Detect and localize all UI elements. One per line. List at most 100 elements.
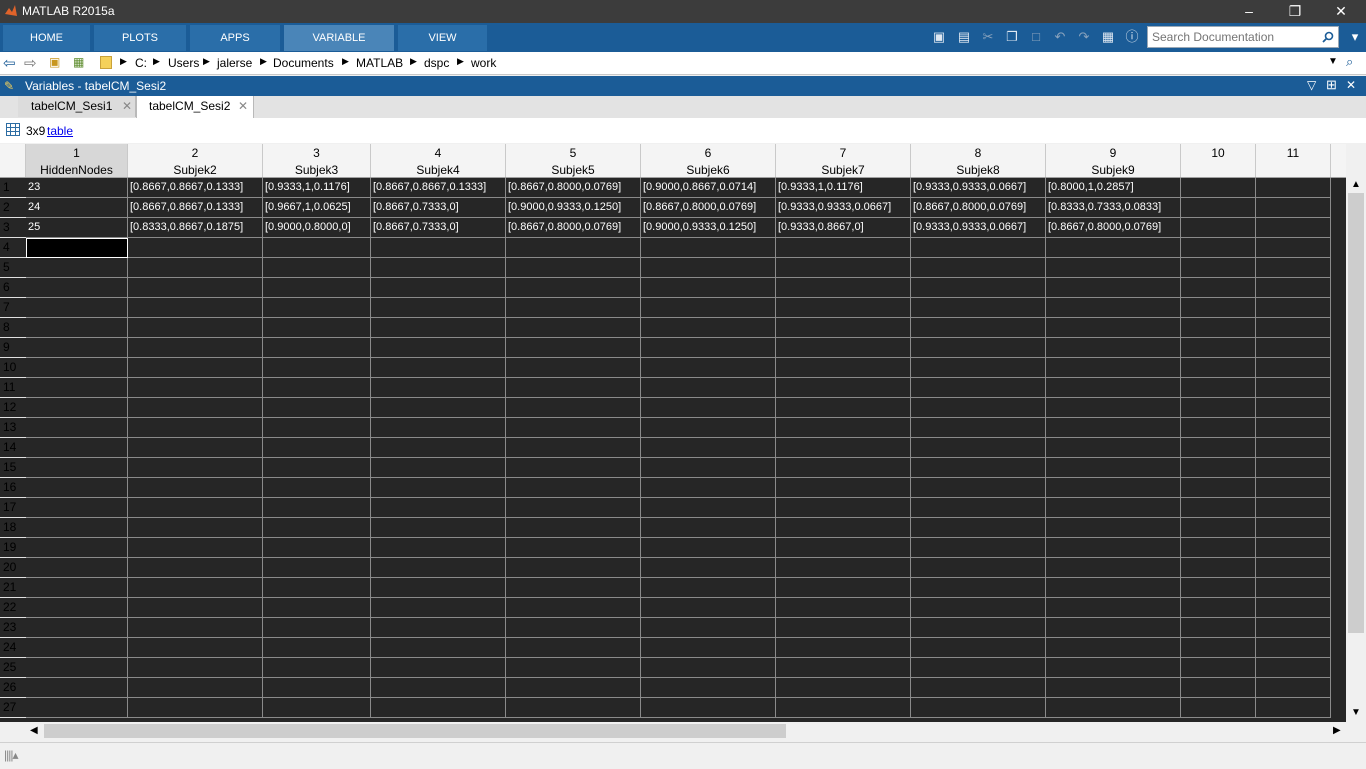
table-cell[interactable] xyxy=(1181,398,1256,418)
table-cell[interactable] xyxy=(1181,278,1256,298)
table-cell[interactable] xyxy=(128,598,263,618)
table-cell[interactable] xyxy=(1256,598,1331,618)
table-cell[interactable]: [0.9333,0.9333,0.0667] xyxy=(911,178,1046,198)
table-cell[interactable] xyxy=(506,418,641,438)
table-cell[interactable] xyxy=(371,318,506,338)
table-cell[interactable] xyxy=(1181,598,1256,618)
row-header-26[interactable]: 26 xyxy=(0,678,26,698)
row-header-10[interactable]: 10 xyxy=(0,358,26,378)
table-cell[interactable] xyxy=(371,298,506,318)
table-cell[interactable] xyxy=(128,578,263,598)
table-cell[interactable] xyxy=(128,638,263,658)
table-cell[interactable] xyxy=(128,678,263,698)
row-header-27[interactable]: 27 xyxy=(0,698,26,718)
table-cell[interactable]: [0.8667,0.8000,0.0769] xyxy=(641,198,776,218)
column-header-6[interactable]: 6 Subjek6 xyxy=(641,144,776,177)
table-cell[interactable] xyxy=(26,518,128,538)
table-cell[interactable] xyxy=(263,578,371,598)
row-header-14[interactable]: 14 xyxy=(0,438,26,458)
help-icon[interactable]: ⓘ xyxy=(1123,28,1141,46)
table-cell[interactable] xyxy=(776,518,911,538)
table-cell[interactable] xyxy=(263,318,371,338)
table-cell[interactable] xyxy=(776,358,911,378)
table-cell[interactable] xyxy=(1256,498,1331,518)
search-documentation-field[interactable] xyxy=(1147,26,1339,48)
table-cell[interactable] xyxy=(911,678,1046,698)
table-cell[interactable] xyxy=(1256,358,1331,378)
column-header-5[interactable]: 5 Subjek5 xyxy=(506,144,641,177)
table-cell[interactable] xyxy=(371,438,506,458)
path-crumb[interactable]: MATLAB xyxy=(356,56,403,70)
table-cell[interactable] xyxy=(371,538,506,558)
table-cell[interactable] xyxy=(506,338,641,358)
table-cell[interactable]: 23 xyxy=(26,178,128,198)
tab-view[interactable]: VIEW xyxy=(398,25,487,51)
table-cell[interactable] xyxy=(911,338,1046,358)
table-cell[interactable] xyxy=(641,298,776,318)
row-header-16[interactable]: 16 xyxy=(0,478,26,498)
panel-actions-icon[interactable]: ▽ xyxy=(1307,78,1316,92)
table-cell[interactable] xyxy=(506,558,641,578)
table-cell[interactable] xyxy=(26,498,128,518)
table-cell[interactable] xyxy=(776,658,911,678)
table-cell[interactable] xyxy=(776,478,911,498)
table-cell[interactable] xyxy=(911,638,1046,658)
table-cell[interactable]: [0.8667,0.8000,0.0769] xyxy=(911,198,1046,218)
tab-plots[interactable]: PLOTS xyxy=(94,25,186,51)
table-cell[interactable] xyxy=(1046,278,1181,298)
table-cell[interactable] xyxy=(1256,378,1331,398)
table-cell[interactable] xyxy=(641,498,776,518)
table-cell[interactable] xyxy=(1256,458,1331,478)
row-header-18[interactable]: 18 xyxy=(0,518,26,538)
path-crumb[interactable]: jalerse xyxy=(217,56,252,70)
table-cell[interactable] xyxy=(128,698,263,718)
row-header-22[interactable]: 22 xyxy=(0,598,26,618)
minimize-button[interactable]: – xyxy=(1226,0,1272,23)
table-cell[interactable] xyxy=(128,318,263,338)
table-cell[interactable] xyxy=(776,638,911,658)
vertical-scroll-thumb[interactable] xyxy=(1348,193,1364,633)
table-cell[interactable] xyxy=(1181,178,1256,198)
table-cell[interactable] xyxy=(371,638,506,658)
table-cell[interactable] xyxy=(1181,698,1256,718)
table-cell[interactable] xyxy=(128,438,263,458)
table-cell[interactable] xyxy=(26,658,128,678)
table-cell[interactable] xyxy=(371,338,506,358)
table-cell[interactable] xyxy=(1256,698,1331,718)
table-cell[interactable] xyxy=(1181,318,1256,338)
table-cell[interactable] xyxy=(26,418,128,438)
column-header-1[interactable]: 1 HiddenNodes xyxy=(26,144,128,177)
table-cell[interactable] xyxy=(1046,598,1181,618)
table-cell[interactable] xyxy=(26,618,128,638)
browse-folder-icon[interactable]: ▦ xyxy=(73,55,84,69)
table-cell[interactable] xyxy=(1256,438,1331,458)
column-header-3[interactable]: 3 Subjek3 xyxy=(263,144,371,177)
table-cell[interactable] xyxy=(263,398,371,418)
table-cell[interactable] xyxy=(26,478,128,498)
table-cell[interactable] xyxy=(371,618,506,638)
row-header-2[interactable]: 2 xyxy=(0,198,26,218)
table-cell[interactable] xyxy=(506,278,641,298)
table-cell[interactable] xyxy=(263,278,371,298)
table-cell[interactable] xyxy=(371,238,506,258)
table-cell[interactable] xyxy=(128,478,263,498)
table-cell[interactable] xyxy=(1181,458,1256,478)
table-cell[interactable] xyxy=(263,498,371,518)
table-cell[interactable] xyxy=(1256,558,1331,578)
table-cell[interactable] xyxy=(1256,538,1331,558)
table-cell[interactable]: [0.9333,1,0.1176] xyxy=(263,178,371,198)
table-cell[interactable]: [0.8333,0.7333,0.0833] xyxy=(1046,198,1181,218)
table-cell[interactable] xyxy=(371,358,506,378)
table-cell[interactable] xyxy=(1046,418,1181,438)
table-cell[interactable] xyxy=(263,238,371,258)
table-cell[interactable] xyxy=(1046,538,1181,558)
table-cell[interactable] xyxy=(1046,678,1181,698)
table-cell[interactable]: [0.8667,0.8000,0.0769] xyxy=(506,218,641,238)
table-cell[interactable] xyxy=(1046,318,1181,338)
path-crumb[interactable]: Users xyxy=(168,56,199,70)
table-cell[interactable] xyxy=(263,338,371,358)
table-cell[interactable] xyxy=(263,618,371,638)
scroll-up-icon[interactable]: ▲ xyxy=(1351,179,1361,190)
table-cell[interactable] xyxy=(911,378,1046,398)
table-cell[interactable] xyxy=(263,298,371,318)
